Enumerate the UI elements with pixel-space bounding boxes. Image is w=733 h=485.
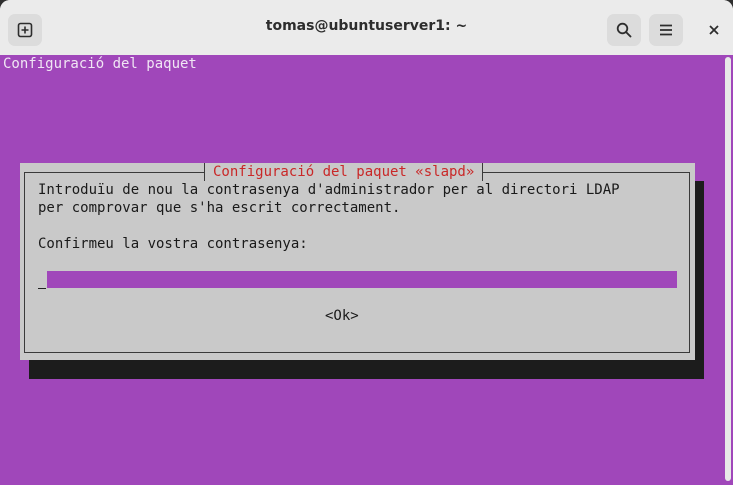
search-icon bbox=[616, 22, 632, 38]
scrollbar[interactable] bbox=[725, 57, 731, 481]
close-icon bbox=[709, 25, 719, 35]
dialog-message-line-2: per comprovar que s'ha escrit correctame… bbox=[38, 200, 401, 216]
dialog-message-line-1: Introduïu de nou la contrasenya d'admini… bbox=[38, 182, 620, 198]
password-input[interactable] bbox=[47, 271, 677, 288]
close-button[interactable] bbox=[700, 14, 728, 46]
text-cursor bbox=[38, 271, 46, 289]
terminal-window: tomas@ubuntuserver1: ~ Configuració del … bbox=[0, 0, 733, 485]
dialog-title: Configuració del paquet «slapd» bbox=[204, 163, 484, 181]
menu-button[interactable] bbox=[649, 14, 683, 46]
terminal-area[interactable]: Configuració del paquet Configuració del… bbox=[0, 55, 733, 485]
ok-button[interactable]: <Ok> bbox=[325, 307, 359, 325]
new-tab-icon bbox=[17, 22, 33, 38]
title-bar[interactable]: tomas@ubuntuserver1: ~ bbox=[0, 0, 733, 55]
new-tab-button[interactable] bbox=[8, 14, 42, 46]
window-title: tomas@ubuntuserver1: ~ bbox=[265, 18, 468, 34]
search-button[interactable] bbox=[607, 14, 641, 46]
hamburger-menu-icon bbox=[660, 24, 672, 36]
dialog-box: Configuració del paquet «slapd» Introduï… bbox=[20, 163, 695, 360]
backtitle: Configuració del paquet bbox=[3, 56, 197, 72]
password-prompt-label: Confirmeu la vostra contrasenya: bbox=[38, 236, 308, 252]
